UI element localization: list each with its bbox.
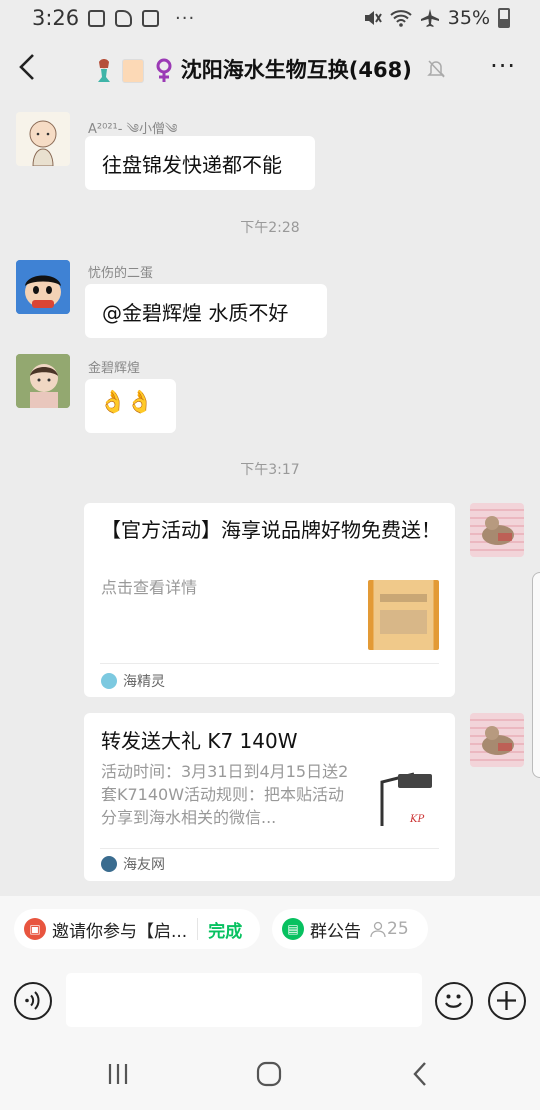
square-emoji-icon: [122, 59, 145, 83]
voice-icon: [25, 991, 40, 1010]
own-avatar[interactable]: [470, 713, 524, 767]
card-source-name: 海友网: [123, 857, 165, 873]
status-time: 3:26: [32, 6, 80, 30]
more-functions-button[interactable]: [488, 982, 526, 1020]
chat-title-text: 沈阳海水生物互换(468): [180, 58, 412, 82]
wifi-icon: [390, 10, 412, 27]
battery-icon: [498, 8, 510, 28]
mute-vibrate-icon: [364, 11, 382, 25]
emoji-button[interactable]: [435, 982, 473, 1020]
battery-percent: 35%: [447, 7, 490, 29]
person-count-icon: [370, 921, 386, 938]
card-divider: [100, 663, 439, 664]
hai-jingling-icon: [101, 673, 117, 689]
announcement-chip[interactable]: ▤ 群公告 25: [272, 909, 428, 949]
card-title: 转发送大礼 K7 140W: [101, 729, 298, 753]
dict-notification-icon: [142, 10, 159, 27]
status-bar: 3:26 ··· 35%: [0, 0, 540, 38]
bear-avatar-icon: [470, 503, 524, 557]
card-thumbnail: [368, 580, 439, 650]
message-timestamp: 下午3:17: [240, 462, 300, 478]
shared-link-card[interactable]: 转发送大礼 K7 140W 活动时间：3月31日到4月15日送2套K7140W活…: [84, 713, 455, 881]
invite-chip[interactable]: ▣ 邀请你参与【启... 完成: [14, 909, 260, 949]
announcement-count: 25: [387, 919, 409, 939]
sender-nickname: 金碧辉煌: [88, 361, 141, 376]
chat-header: 沈阳海水生物互换(468) ···: [0, 38, 540, 100]
child-photo-avatar-icon: [16, 354, 70, 408]
chat-title: 沈阳海水生物互换(468): [0, 54, 540, 84]
chip-divider: [197, 918, 199, 940]
home-icon[interactable]: [256, 1061, 282, 1087]
invite-done-button[interactable]: 完成: [208, 917, 242, 942]
system-icons: 35%: [362, 7, 510, 29]
svg-text:KP: KP: [409, 814, 424, 825]
bear-avatar-icon: [470, 713, 524, 767]
card-source: 海精灵: [101, 671, 165, 691]
smiley-icon: [445, 994, 462, 1008]
message-bubble[interactable]: 👌👌: [85, 379, 176, 433]
card-description: 活动时间：3月31日到4月15日送2套K7140W活动规则：把本贴活动分享到海水…: [101, 762, 349, 827]
quick-chips-bar: ▣ 邀请你参与【启... 完成 ▤ 群公告 25: [0, 896, 540, 962]
app-notification-icon: [115, 10, 132, 27]
airplane-icon: [420, 9, 439, 27]
announcement-chip-text: 群公告: [310, 921, 361, 942]
lamp-product-icon: KP: [380, 772, 432, 826]
cartoon-boy-avatar-icon: [16, 260, 70, 314]
invite-chip-text: 邀请你参与【启...: [52, 921, 188, 942]
message-timestamp: 下午2:28: [240, 220, 300, 236]
message-input-bar: [0, 962, 540, 1040]
mermaid-emoji-icon: [97, 59, 110, 82]
avatar[interactable]: [16, 260, 70, 314]
card-thumbnail: KP: [374, 768, 439, 830]
plus-icon: [497, 991, 516, 1010]
scroll-indicator[interactable]: [532, 572, 540, 778]
message-bubble[interactable]: @金碧辉煌 水质不好: [85, 284, 327, 338]
card-source: 海友网: [101, 854, 165, 874]
own-avatar[interactable]: [470, 503, 524, 557]
shared-link-card[interactable]: 【官方活动】海享说品牌好物免费送！ 点击查看详情 海精灵: [84, 503, 455, 697]
haiyou-icon: [101, 856, 117, 872]
system-navigation-bar: [0, 1040, 540, 1110]
back-icon[interactable]: [410, 1061, 430, 1087]
sender-nickname: 忧伤的二蛋: [88, 266, 154, 281]
avatar[interactable]: [16, 112, 70, 166]
notification-icons: ···: [88, 8, 195, 29]
message-input[interactable]: [66, 973, 422, 1027]
more-options-button[interactable]: ···: [490, 52, 516, 80]
recent-apps-icon[interactable]: [106, 1062, 130, 1086]
monk-avatar-icon: [16, 112, 70, 166]
card-divider: [100, 848, 439, 849]
female-sign-icon: [156, 58, 172, 82]
voice-input-button[interactable]: [14, 982, 52, 1020]
gift-icon: ▣: [24, 918, 46, 940]
card-title: 【官方活动】海享说品牌好物免费送！: [101, 518, 441, 542]
card-description: 点击查看详情: [101, 578, 198, 597]
message-bubble[interactable]: 往盘锦发快递都不能: [85, 136, 315, 190]
card-source-name: 海精灵: [123, 674, 165, 690]
gallery-notification-icon: [88, 10, 105, 27]
title-emojis: [93, 58, 174, 84]
avatar[interactable]: [16, 354, 70, 408]
bell-off-icon: [427, 60, 445, 78]
announcement-icon: ▤: [282, 918, 304, 940]
more-notifications-icon: ···: [175, 8, 196, 29]
